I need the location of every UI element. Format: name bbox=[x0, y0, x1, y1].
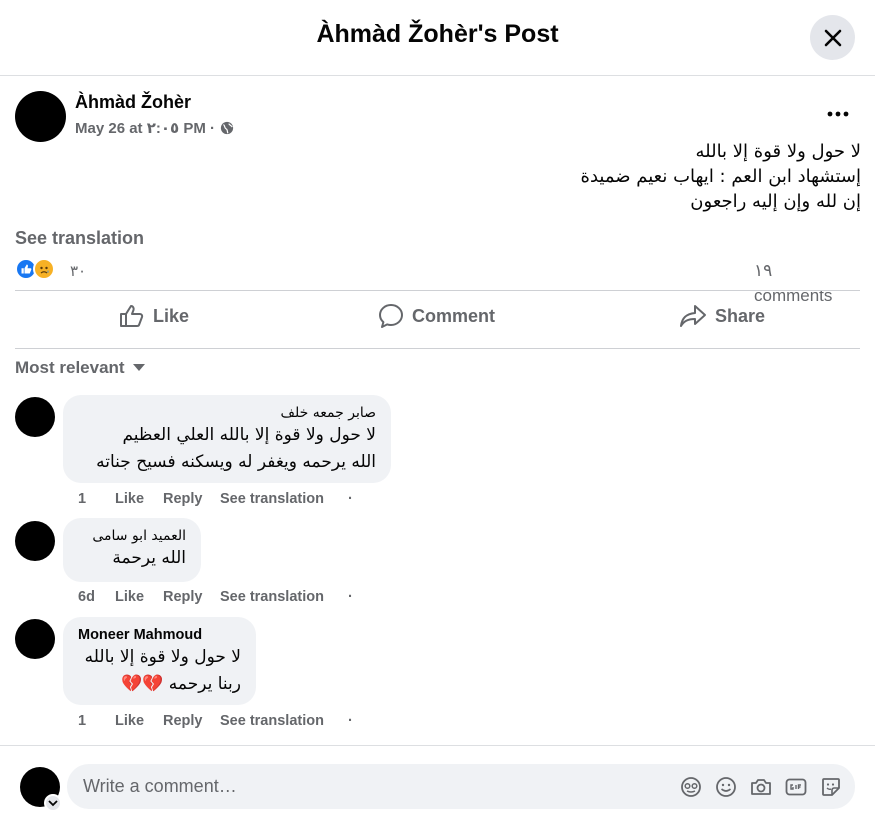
comment-line: ربنا يرحمه 💔💔 bbox=[121, 674, 241, 694]
commenter-name[interactable]: Moneer Mahmoud bbox=[78, 626, 241, 644]
comment-time[interactable]: 1 bbox=[78, 713, 86, 729]
comment-button[interactable]: Comment bbox=[378, 303, 495, 329]
post-text: لا حول ولا قوة إلا بالله إستشهاد ابن الع… bbox=[261, 139, 861, 214]
chevron-down-icon bbox=[48, 799, 58, 806]
separator-dot: · bbox=[348, 589, 353, 605]
see-translation-link[interactable]: See translation bbox=[15, 228, 144, 249]
more-options-button[interactable] bbox=[823, 100, 853, 128]
comment-line: لا حول ولا قوة إلا بالله العلي العظيم bbox=[122, 425, 376, 445]
comment-see-translation-link[interactable]: See translation bbox=[220, 713, 324, 729]
comment-bubble: صابر جمعه خلف لا حول ولا قوة إلا بالله ا… bbox=[63, 395, 391, 483]
composer-icons bbox=[679, 775, 843, 799]
photo-button[interactable] bbox=[749, 775, 773, 799]
comment-like-link[interactable]: Like bbox=[115, 713, 144, 729]
comment-line: الله يرحمه ويغفر له ويسكنه فسيح جناته bbox=[96, 452, 376, 472]
separator-dot: · bbox=[348, 713, 353, 729]
emoji-button[interactable] bbox=[714, 775, 738, 799]
share-button[interactable]: Share bbox=[679, 303, 765, 329]
commenter-avatar[interactable] bbox=[15, 619, 55, 659]
close-icon bbox=[824, 29, 841, 46]
post-line: لا حول ولا قوة إلا بالله bbox=[695, 141, 861, 162]
comment-bubble: العميد ابو سامى الله يرحمة bbox=[63, 518, 201, 582]
comment-see-translation-link[interactable]: See translation bbox=[220, 491, 324, 507]
comment-count-number: ١٩ bbox=[754, 261, 773, 280]
like-label: Like bbox=[153, 305, 190, 326]
comment-time[interactable]: 1 bbox=[78, 491, 86, 507]
comment-count-label: comments bbox=[754, 286, 833, 305]
comment-composer bbox=[0, 745, 875, 832]
post-meta: May 26 at ٢:٠٥ PM · bbox=[75, 119, 234, 137]
comment-bubble: Moneer Mahmoud لا حول ولا قوة إلا بالله … bbox=[63, 617, 256, 705]
avatar-sticker-icon bbox=[681, 777, 701, 797]
comment-count[interactable]: ١٩ comments bbox=[754, 258, 854, 308]
comment-line: لا حول ولا قوة إلا بالله bbox=[84, 647, 241, 667]
camera-icon bbox=[751, 779, 771, 795]
post-line: إن لله وإن إليه راجعون bbox=[690, 191, 861, 212]
reaction-count[interactable]: ٣٠ bbox=[70, 262, 86, 280]
globe-icon bbox=[220, 121, 234, 135]
dialog-header: Àhmàd Žohèr's Post bbox=[0, 0, 875, 76]
post-line: إستشهاد ابن العم : ايهاب نعيم ضميدة bbox=[580, 166, 861, 187]
author-avatar[interactable] bbox=[15, 91, 66, 142]
sad-reaction-icon bbox=[33, 258, 55, 280]
post-timestamp[interactable]: May 26 at ٢:٠٥ PM · bbox=[75, 119, 215, 137]
commenter-avatar[interactable] bbox=[15, 521, 55, 561]
author-name[interactable]: Àhmàd Žohèr bbox=[75, 92, 191, 113]
more-dots-icon bbox=[827, 111, 849, 117]
like-button[interactable]: Like bbox=[119, 303, 189, 329]
avatar-sticker-button[interactable] bbox=[679, 775, 703, 799]
divider bbox=[15, 290, 860, 291]
comment-input[interactable] bbox=[67, 764, 657, 809]
comment-sort-label: Most relevant bbox=[15, 358, 125, 377]
comment-reply-link[interactable]: Reply bbox=[163, 713, 203, 729]
dialog-title: Àhmàd Žohèr's Post bbox=[316, 20, 559, 48]
comment-label: Comment bbox=[412, 305, 496, 326]
commenter-name[interactable]: العميد ابو سامى bbox=[78, 527, 186, 545]
smiley-icon bbox=[716, 777, 736, 797]
commenter-avatar[interactable] bbox=[15, 397, 55, 437]
reaction-icons[interactable] bbox=[15, 258, 55, 280]
commenter-name[interactable]: صابر جمعه خلف bbox=[78, 404, 376, 422]
divider bbox=[15, 348, 860, 349]
comment-time[interactable]: 6d bbox=[78, 589, 95, 605]
comment-reply-link[interactable]: Reply bbox=[163, 589, 203, 605]
thumbs-up-icon bbox=[120, 305, 144, 327]
sticker-button[interactable] bbox=[819, 775, 843, 799]
comment-reply-link[interactable]: Reply bbox=[163, 491, 203, 507]
comment-see-translation-link[interactable]: See translation bbox=[220, 589, 324, 605]
comment-like-link[interactable]: Like bbox=[115, 589, 144, 605]
sticker-icon bbox=[822, 778, 840, 796]
profile-switch-chevron[interactable] bbox=[44, 794, 62, 812]
gif-button[interactable] bbox=[784, 775, 808, 799]
share-label: Share bbox=[715, 305, 766, 326]
comment-bubble-icon bbox=[379, 304, 403, 328]
gif-icon bbox=[785, 778, 807, 796]
share-arrow-icon bbox=[680, 305, 706, 327]
comment-line: الله يرحمة bbox=[112, 548, 186, 568]
comment-sort-dropdown[interactable]: Most relevant bbox=[15, 358, 145, 378]
comment-box bbox=[67, 764, 855, 809]
comment-like-link[interactable]: Like bbox=[115, 491, 144, 507]
caret-down-icon bbox=[132, 364, 145, 371]
close-button[interactable] bbox=[810, 15, 855, 60]
separator-dot: · bbox=[348, 491, 353, 507]
